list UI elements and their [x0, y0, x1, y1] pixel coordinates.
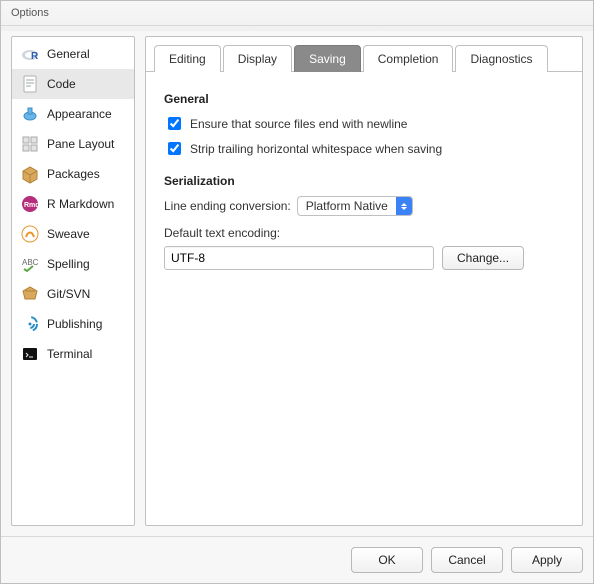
tab-bar: Editing Display Saving Completion Diagno…	[146, 37, 582, 72]
strip-whitespace-label: Strip trailing horizontal whitespace whe…	[190, 142, 442, 156]
strip-whitespace-checkbox[interactable]	[168, 142, 181, 155]
svg-text:ABC: ABC	[22, 258, 39, 267]
encoding-input[interactable]	[164, 246, 434, 270]
apply-button[interactable]: Apply	[511, 547, 583, 573]
rmarkdown-icon: Rmd	[20, 194, 40, 214]
sidebar-item-packages[interactable]: Packages	[12, 159, 134, 189]
sidebar-label: Appearance	[47, 107, 112, 121]
encoding-group: Default text encoding: Change...	[164, 226, 564, 270]
sidebar-item-terminal[interactable]: Terminal	[12, 339, 134, 369]
sweave-icon	[20, 224, 40, 244]
tab-display[interactable]: Display	[223, 45, 292, 72]
encoding-label: Default text encoding:	[164, 226, 564, 240]
content-pane: Editing Display Saving Completion Diagno…	[145, 36, 583, 526]
main-area: R General Code Appearance P	[1, 26, 593, 536]
ensure-newline-row: Ensure that source files end with newlin…	[164, 114, 564, 133]
sidebar-item-appearance[interactable]: Appearance	[12, 99, 134, 129]
appearance-icon	[20, 104, 40, 124]
sidebar-item-general[interactable]: R General	[12, 39, 134, 69]
dropdown-arrows-icon	[396, 197, 412, 215]
ensure-newline-label: Ensure that source files end with newlin…	[190, 117, 407, 131]
sidebar-label: Git/SVN	[47, 287, 90, 301]
git-icon	[20, 284, 40, 304]
window-title: Options	[1, 1, 593, 26]
sidebar-label: Pane Layout	[47, 137, 114, 151]
sidebar-item-spelling[interactable]: ABC Spelling	[12, 249, 134, 279]
sidebar-item-git-svn[interactable]: Git/SVN	[12, 279, 134, 309]
ok-button[interactable]: OK	[351, 547, 423, 573]
sidebar-item-pane-layout[interactable]: Pane Layout	[12, 129, 134, 159]
line-ending-select[interactable]: Platform Native	[297, 196, 413, 216]
tab-saving[interactable]: Saving	[294, 45, 361, 72]
options-window: Options R General Code Appearance	[0, 0, 594, 584]
publishing-icon	[20, 314, 40, 334]
package-icon	[20, 164, 40, 184]
pane-layout-icon	[20, 134, 40, 154]
sidebar-label: General	[47, 47, 90, 61]
spelling-icon: ABC	[20, 254, 40, 274]
code-document-icon	[20, 74, 40, 94]
sidebar-item-sweave[interactable]: Sweave	[12, 219, 134, 249]
line-ending-value: Platform Native	[298, 199, 396, 213]
tab-completion[interactable]: Completion	[363, 45, 454, 72]
sidebar-label: Packages	[47, 167, 100, 181]
line-ending-label: Line ending conversion:	[164, 199, 291, 213]
tab-editing[interactable]: Editing	[154, 45, 221, 72]
sidebar-item-rmarkdown[interactable]: Rmd R Markdown	[12, 189, 134, 219]
section-general-title: General	[164, 92, 564, 106]
terminal-icon	[20, 344, 40, 364]
sidebar-label: Sweave	[47, 227, 90, 241]
section-serialization-title: Serialization	[164, 174, 564, 188]
sidebar-label: R Markdown	[47, 197, 114, 211]
svg-text:Rmd: Rmd	[24, 202, 40, 209]
ensure-newline-checkbox[interactable]	[168, 117, 181, 130]
sidebar-label: Publishing	[47, 317, 102, 331]
svg-text:R: R	[31, 51, 39, 62]
r-logo-icon: R	[20, 44, 40, 64]
change-encoding-button[interactable]: Change...	[442, 246, 524, 270]
sidebar-item-code[interactable]: Code	[12, 69, 134, 99]
sidebar-item-publishing[interactable]: Publishing	[12, 309, 134, 339]
sidebar-label: Terminal	[47, 347, 92, 361]
sidebar-label: Spelling	[47, 257, 90, 271]
cancel-button[interactable]: Cancel	[431, 547, 503, 573]
tab-diagnostics[interactable]: Diagnostics	[455, 45, 547, 72]
sidebar-label: Code	[47, 77, 76, 91]
category-sidebar: R General Code Appearance P	[11, 36, 135, 526]
dialog-footer: OK Cancel Apply	[1, 536, 593, 583]
strip-whitespace-row: Strip trailing horizontal whitespace whe…	[164, 139, 564, 158]
saving-panel: General Ensure that source files end wit…	[146, 72, 582, 525]
line-ending-row: Line ending conversion: Platform Native	[164, 196, 564, 216]
